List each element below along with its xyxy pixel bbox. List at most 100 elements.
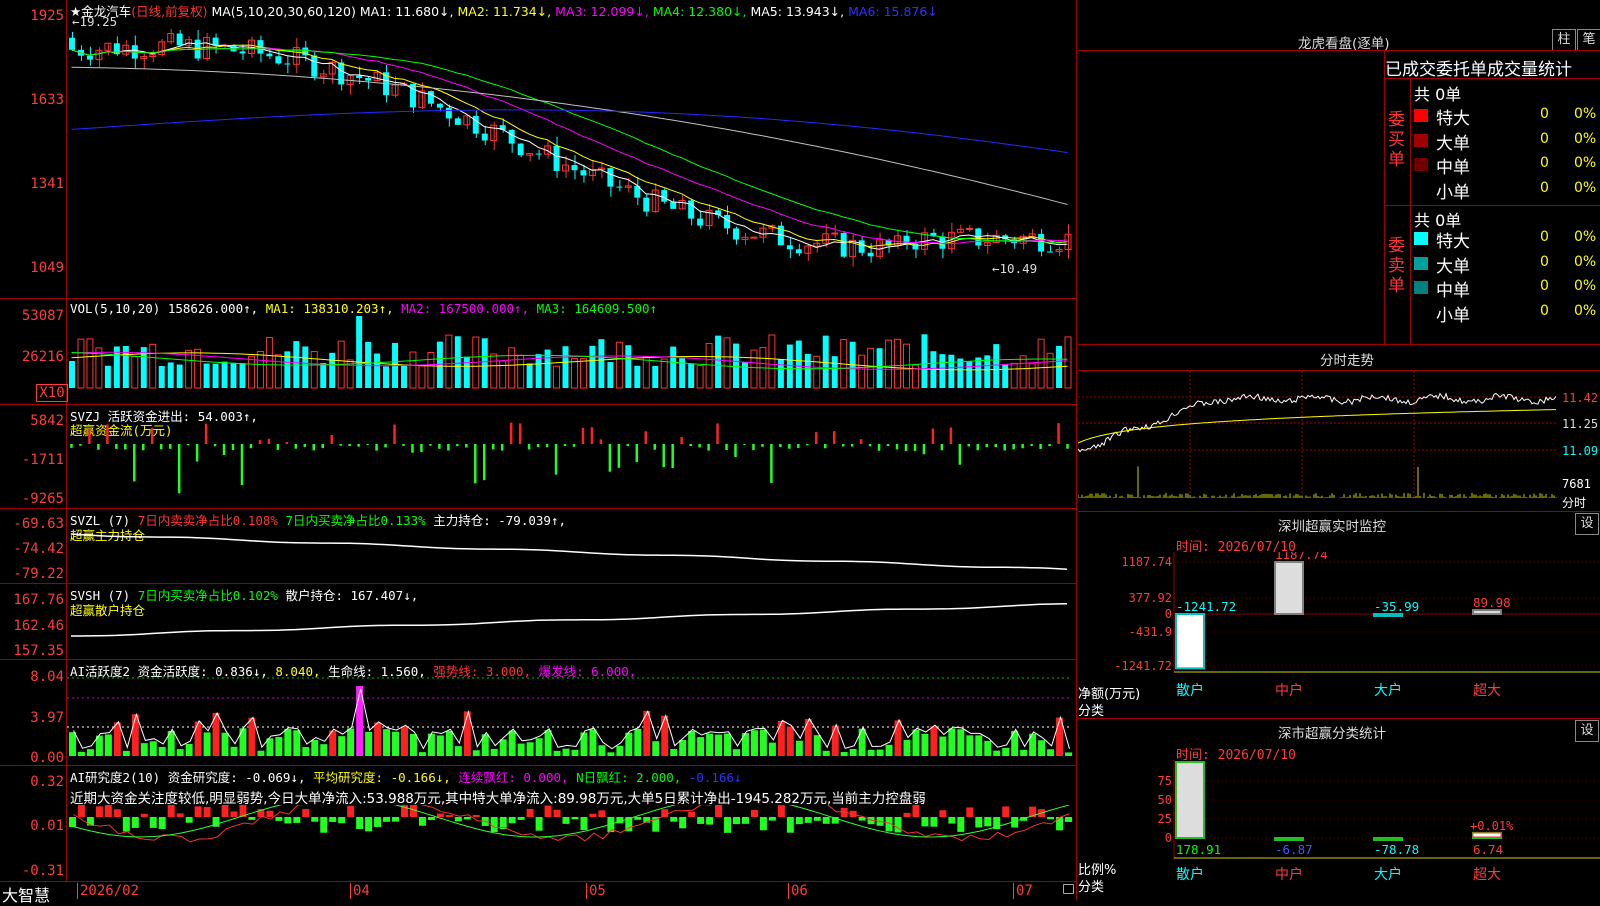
intraday-vol-unit: 分时 [1562,496,1587,510]
candle-down [266,53,273,57]
volume-bar [768,334,776,389]
candle-down [571,165,578,171]
activity-bar [508,730,516,756]
classify-settings-button[interactable]: 设 [1575,720,1599,742]
activity-bar [966,735,974,756]
activity-bar [1020,749,1028,756]
monitor-settings-button[interactable]: 设 [1575,513,1599,535]
volume-bar [1010,362,1018,389]
volume-bar [158,365,165,388]
research-bar [122,817,130,832]
classify-chart[interactable]: 75 50 25 0 178.91 -6.87 -78.78 6.74 +0.01% 散户 中户 大户… [1078,760,1600,900]
ai2-chart[interactable] [67,805,1076,881]
research-bar [804,817,812,823]
candle-down [580,170,587,176]
svzl-chart[interactable] [67,530,1076,582]
research-bar [77,805,85,817]
research-bar [912,805,920,817]
volume-bar [293,341,300,388]
classify-bar [1274,837,1304,841]
volume-bar [688,363,695,388]
monitor-bar-value: 89.98 [1473,595,1511,610]
research-bar [221,805,229,817]
volume-bar [625,345,632,388]
volume-chart[interactable] [67,316,1076,398]
volume-bar [786,344,793,388]
research-bar [454,817,462,822]
classify-axis-tick: 75 [1158,774,1172,788]
dragon-subtitle: 已成交委托单成交量统计 [1385,60,1572,80]
research-bar [69,817,76,828]
candle-down [643,197,650,212]
monitor-chart[interactable]: 1187.74 377.92 0 -431.9 -1241.72 -1241.72 1187… [1078,552,1600,712]
sell-label: 大单 [1436,256,1470,277]
research-bar [203,806,211,817]
main-chart-area[interactable]: ★金龙汽车(日线,前复权) MA(5,10,20,30,60,120) MA1:… [0,0,1077,905]
buy-count: 0 [1540,130,1549,147]
ma6-line [71,109,1068,154]
activity-bar [320,744,328,756]
research-bar [158,817,166,830]
svzl-axis-3: -79.22 [13,566,64,582]
candle-down [311,55,318,77]
price-chart[interactable] [67,20,1076,298]
activity-bar [553,750,561,756]
activity-bar [436,735,444,756]
sell-row: 特大 0 0% [1414,227,1600,252]
svzl-axis-1: -69.63 [13,516,64,532]
research-bar [311,817,319,822]
activity-bar [697,737,705,756]
activity-bar [652,741,660,756]
buy-label: 特大 [1436,109,1470,129]
volume-bar [804,353,811,388]
research-bar [266,810,274,817]
activity-bar [984,740,992,756]
activity-bar [203,732,211,756]
svsh-chart[interactable] [67,598,1076,658]
activity-bar [768,742,776,756]
research-bar [167,805,175,817]
candle-up [140,56,148,60]
volume-bar [1002,364,1009,388]
svzj-axis-3: -9265 [21,491,64,507]
ai1-axis-2: 3.97 [30,710,64,726]
activity-bar [338,736,346,756]
activity-bar [858,728,866,756]
ai1-chart[interactable] [67,676,1076,764]
research-bar [176,813,184,817]
classify-x-unit: 分类 [1078,880,1105,895]
volume-bar [418,365,426,389]
volume-bar [1037,338,1045,389]
classify-category-label: 中户 [1275,866,1303,883]
activity-bar [867,749,875,756]
research-bar [598,810,606,817]
activity-bar [122,750,130,756]
lock-icon[interactable] [1063,884,1074,894]
research-bar [95,806,103,817]
candle-down [427,91,434,104]
candle-down [517,143,524,156]
svzj-chart[interactable] [67,420,1076,506]
activity-bar [1038,740,1046,756]
research-bar [338,817,346,824]
candle-down [724,214,731,229]
bar-mode-button[interactable]: 柱 [1552,29,1576,51]
classify-axis-tick: 25 [1158,812,1172,826]
activity-bar [1047,749,1055,756]
monitor-x-unit: 分类 [1078,704,1105,719]
volume-bar [356,316,363,388]
tick-mode-button[interactable]: 笔 [1577,29,1600,51]
intraday-chart[interactable] [1078,371,1600,511]
candle-down [535,153,542,155]
price-axis-4: 1049 [30,260,64,276]
intraday-vol-tick: 7681 [1562,477,1591,491]
volume-bar [69,360,75,388]
research-bar [679,817,687,829]
monitor-bar-value: 1187.74 [1275,552,1328,562]
volume-bar [813,355,821,389]
sell-pct: 0% [1574,302,1597,319]
volume-bar [957,358,964,388]
activity-bar [849,748,857,756]
classify-bar [1175,761,1205,839]
buy-row: 大单 0 0% [1414,129,1600,154]
